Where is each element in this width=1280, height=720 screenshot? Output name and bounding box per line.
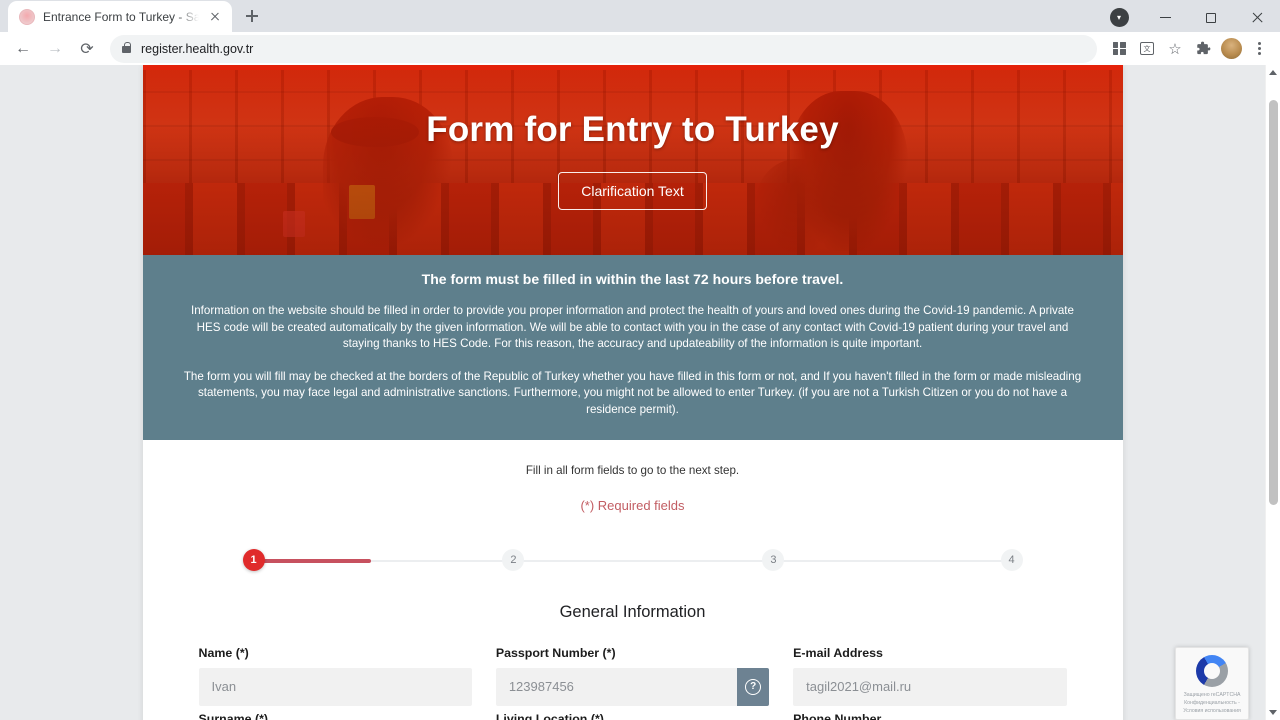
reload-button[interactable]: ⟳: [72, 34, 102, 64]
form-grid: Name (*) Ivan Passport Number (*) 123987…: [198, 645, 1067, 720]
avatar: [1220, 38, 1242, 60]
step-2[interactable]: 2: [502, 548, 525, 571]
step-3[interactable]: 3: [762, 548, 785, 571]
question-mark-icon: ?: [745, 678, 762, 695]
translate-icon[interactable]: 文: [1134, 36, 1160, 62]
passport-label: Passport Number (*): [495, 645, 616, 660]
tab-title: Entrance Form to Turkey - Sağlık: [43, 9, 199, 24]
bookmark-star-icon[interactable]: ☆: [1162, 36, 1188, 62]
profile-avatar-icon[interactable]: [1218, 36, 1244, 62]
passport-help-button[interactable]: ?: [737, 667, 770, 706]
apps-grid-icon[interactable]: [1106, 36, 1132, 62]
page-scrollbar[interactable]: [1265, 65, 1280, 720]
chrome-menu-icon[interactable]: [1246, 36, 1272, 62]
close-window-button[interactable]: [1234, 0, 1280, 35]
reload-icon: ⟳: [80, 40, 94, 58]
name-input[interactable]: Ivan: [198, 667, 472, 706]
page-content: Form for Entry to Turkey Clarification T…: [142, 65, 1123, 720]
browser-window: Entrance Form to Turkey - Sağlık ▾ ← → ⟳…: [0, 0, 1280, 720]
forward-arrow-icon: →: [47, 39, 63, 57]
required-fields-note: (*) Required fields: [580, 497, 685, 513]
scroll-down-arrow-icon[interactable]: [1266, 705, 1280, 720]
field-phone: Phone Number 7 9000006500: [793, 712, 1066, 720]
web-page: Form for Entry to Turkey Clarification T…: [0, 65, 1265, 720]
hero-banner: Form for Entry to Turkey Clarification T…: [142, 65, 1123, 256]
step-progress-bar: 1 2 3 4: [242, 548, 1023, 573]
form-section: Fill in all form fields to go to the nex…: [142, 439, 1123, 720]
field-living-location: Living Location (*) Russian Federation (…: [496, 712, 769, 720]
email-label: E-mail Address: [793, 645, 883, 660]
clarification-text-button[interactable]: Clarification Text: [558, 172, 707, 211]
email-input[interactable]: tagil2021@mail.ru: [793, 667, 1067, 706]
recaptcha-line-2: Конфиденциальность - Условия использован…: [1183, 699, 1241, 714]
section-title: General Information: [559, 602, 706, 621]
recaptcha-logo-icon: [1196, 655, 1228, 687]
puzzle-glyph: [1196, 41, 1210, 55]
scrollbar-thumb[interactable]: [1269, 100, 1278, 506]
field-name: Name (*) Ivan: [198, 645, 472, 706]
back-arrow-icon: ←: [15, 39, 31, 57]
notice-band: The form must be filled in within the la…: [142, 255, 1123, 440]
browser-toolbar: ← → ⟳ register.health.gov.tr 文 ☆: [0, 32, 1280, 66]
profile-badge-icon: ▾: [1109, 8, 1129, 27]
url-text: register.health.gov.tr: [141, 41, 254, 56]
name-label: Name (*): [198, 645, 249, 660]
extensions-puzzle-icon[interactable]: [1190, 36, 1216, 62]
notice-paragraph-1: Information on the website should be fil…: [191, 304, 1074, 351]
maximize-icon: [1206, 12, 1216, 23]
tab-strip: Entrance Form to Turkey - Sağlık ▾: [0, 0, 1280, 35]
turkey-health-favicon: [19, 8, 35, 25]
close-window-icon: [1251, 11, 1264, 24]
lock-icon: [122, 42, 131, 54]
recaptcha-line-1: Защищено reCAPTCHA: [1183, 692, 1241, 698]
recaptcha-badge[interactable]: Защищено reCAPTCHA Конфиденциальность - …: [1175, 647, 1249, 720]
window-controls: ▾: [1096, 0, 1280, 35]
living-location-label: Living Location (*): [495, 711, 604, 720]
notice-heading: The form must be filled in within the la…: [421, 271, 844, 288]
scroll-up-arrow-icon[interactable]: [1266, 65, 1280, 80]
minimize-button[interactable]: [1142, 0, 1188, 35]
notice-paragraph-2: The form you will fill may be checked at…: [183, 369, 1082, 416]
field-passport: Passport Number (*) 123987456 ?: [495, 645, 770, 706]
new-tab-button[interactable]: [238, 2, 266, 30]
browser-tab[interactable]: Entrance Form to Turkey - Sağlık: [8, 1, 232, 33]
step-4[interactable]: 4: [1000, 548, 1023, 571]
page-title: Form for Entry to Turkey: [426, 110, 839, 150]
close-tab-icon[interactable]: [207, 9, 223, 25]
address-bar[interactable]: register.health.gov.tr: [110, 34, 1097, 63]
passport-input[interactable]: 123987456: [495, 667, 738, 706]
step-1[interactable]: 1: [242, 548, 265, 571]
page-viewport: Form for Entry to Turkey Clarification T…: [0, 65, 1280, 720]
profile-badge-button[interactable]: ▾: [1096, 0, 1142, 35]
minimize-icon: [1159, 16, 1171, 19]
step-progress-fill: [252, 558, 371, 563]
maximize-button[interactable]: [1188, 0, 1234, 35]
fill-instruction: Fill in all form fields to go to the nex…: [525, 463, 740, 477]
phone-label: Phone Number: [793, 711, 882, 720]
field-surname: Surname (*): [199, 712, 472, 720]
field-email: E-mail Address tagil2021@mail.ru: [793, 645, 1067, 706]
back-button[interactable]: ←: [8, 34, 38, 64]
forward-button[interactable]: →: [40, 34, 70, 64]
surname-label: Surname (*): [198, 711, 269, 720]
